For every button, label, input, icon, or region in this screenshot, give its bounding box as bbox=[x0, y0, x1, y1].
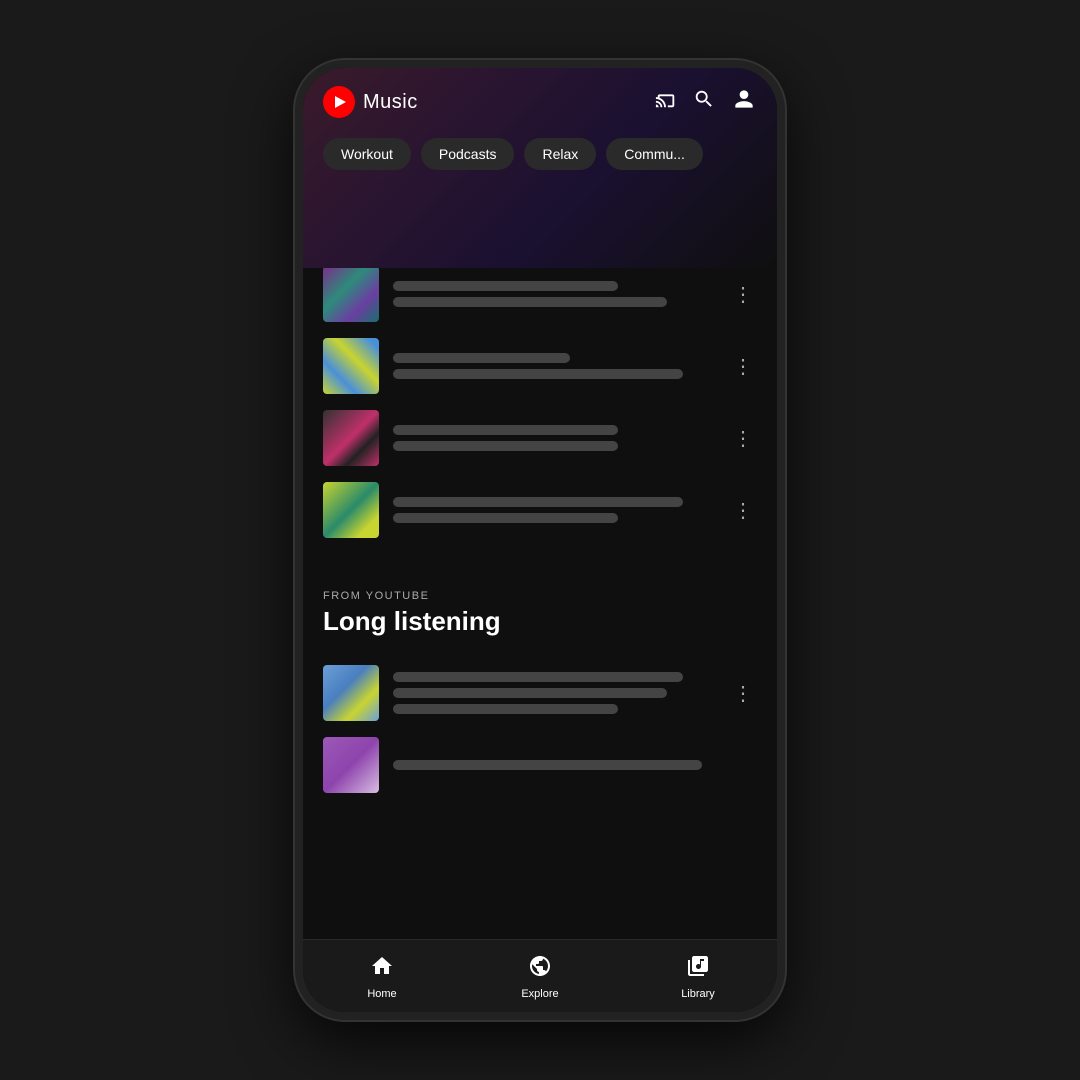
filter-chip-commute[interactable]: Commu... bbox=[606, 138, 703, 170]
long-listening-track-list: ⋮ bbox=[303, 649, 777, 809]
bottom-navigation: Home Explore Library bbox=[303, 939, 777, 1012]
phone-screen: Music bbox=[303, 68, 777, 1012]
track-more-button[interactable]: ⋮ bbox=[729, 677, 757, 710]
track-meta-placeholder bbox=[393, 704, 618, 714]
library-icon bbox=[686, 954, 710, 984]
track-item[interactable] bbox=[303, 729, 777, 801]
track-info bbox=[393, 353, 715, 379]
home-label: Home bbox=[367, 988, 396, 1000]
filter-chip-podcasts[interactable]: Podcasts bbox=[421, 138, 515, 170]
track-more-button[interactable]: ⋮ bbox=[729, 278, 757, 311]
track-title-placeholder bbox=[393, 425, 618, 435]
cast-icon[interactable] bbox=[655, 88, 677, 116]
track-thumbnail bbox=[323, 338, 379, 394]
track-more-button[interactable]: ⋮ bbox=[729, 494, 757, 527]
nav-item-library[interactable]: Library bbox=[619, 950, 777, 1004]
track-title-placeholder bbox=[393, 497, 683, 507]
explore-label: Explore bbox=[521, 988, 558, 1000]
track-thumbnail bbox=[323, 266, 379, 322]
explore-icon bbox=[528, 954, 552, 984]
filter-chips-row: Workout Podcasts Relax Commu... bbox=[303, 130, 777, 186]
track-info bbox=[393, 760, 757, 770]
header-actions bbox=[655, 86, 757, 118]
main-content: MUSIC TO GET YOU STARTED Welcome ⋮ bbox=[303, 186, 777, 939]
track-thumbnail bbox=[323, 482, 379, 538]
track-item[interactable]: ⋮ bbox=[303, 474, 777, 546]
account-icon[interactable] bbox=[731, 86, 757, 118]
nav-item-explore[interactable]: Explore bbox=[461, 950, 619, 1004]
phone-frame: Music bbox=[295, 60, 785, 1020]
track-title-placeholder bbox=[393, 760, 702, 770]
track-item[interactable]: ⋮ bbox=[303, 657, 777, 729]
filter-chip-relax[interactable]: Relax bbox=[524, 138, 596, 170]
bottom-spacer bbox=[303, 809, 777, 829]
track-info bbox=[393, 281, 715, 307]
long-listening-section-header: FROM YOUTUBE Long listening bbox=[303, 574, 777, 649]
track-thumbnail bbox=[323, 665, 379, 721]
section-spacer bbox=[303, 554, 777, 574]
track-title-placeholder bbox=[393, 281, 618, 291]
track-subtitle-placeholder bbox=[393, 297, 667, 307]
track-subtitle-placeholder bbox=[393, 369, 683, 379]
from-youtube-label: FROM YOUTUBE bbox=[323, 590, 757, 602]
track-info bbox=[393, 672, 715, 714]
track-thumbnail bbox=[323, 737, 379, 793]
track-title-placeholder bbox=[393, 672, 683, 682]
track-info bbox=[393, 425, 715, 451]
nav-item-home[interactable]: Home bbox=[303, 950, 461, 1004]
track-subtitle-placeholder bbox=[393, 688, 667, 698]
track-more-button[interactable]: ⋮ bbox=[729, 422, 757, 455]
track-thumbnail bbox=[323, 410, 379, 466]
track-more-button[interactable]: ⋮ bbox=[729, 350, 757, 383]
track-item[interactable]: ⋮ bbox=[303, 258, 777, 330]
welcome-track-list: ⋮ ⋮ ⋮ bbox=[303, 250, 777, 554]
app-header: Music bbox=[303, 68, 777, 130]
logo-area: Music bbox=[323, 86, 418, 118]
library-label: Library bbox=[681, 988, 715, 1000]
app-name-label: Music bbox=[363, 91, 418, 114]
track-item[interactable]: ⋮ bbox=[303, 330, 777, 402]
long-listening-title: Long listening bbox=[323, 606, 757, 637]
track-subtitle-placeholder bbox=[393, 513, 618, 523]
search-icon[interactable] bbox=[693, 88, 715, 116]
play-triangle-icon bbox=[335, 96, 346, 108]
filter-chip-workout[interactable]: Workout bbox=[323, 138, 411, 170]
track-subtitle-placeholder bbox=[393, 441, 618, 451]
home-icon bbox=[370, 954, 394, 984]
track-info bbox=[393, 497, 715, 523]
track-title-placeholder bbox=[393, 353, 570, 363]
youtube-music-logo-icon bbox=[323, 86, 355, 118]
track-item[interactable]: ⋮ bbox=[303, 402, 777, 474]
